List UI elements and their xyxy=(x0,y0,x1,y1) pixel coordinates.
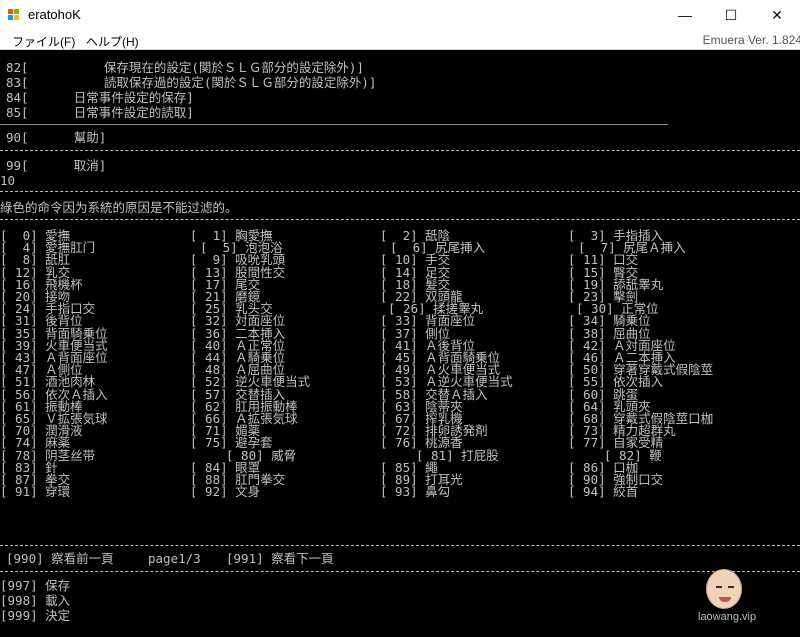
option-load-events[interactable]: 85[ 日常事件設定的読取] xyxy=(6,105,194,120)
menu-help[interactable]: ヘルプ(H) xyxy=(86,33,139,50)
option-load-settings[interactable]: 83[ 読取保存過的設定(関於ＳＬＧ部分的設定除外)] xyxy=(6,75,376,90)
maximize-button[interactable]: ☐ xyxy=(708,0,754,30)
watermark-logo: laowang.vip xyxy=(698,569,778,627)
window-title: eratohoK xyxy=(28,7,81,22)
mascot-face-icon xyxy=(706,569,742,609)
title-bar: eratohoK — ☐ ✕ xyxy=(0,0,800,30)
minimize-button[interactable]: — xyxy=(662,0,708,30)
command-option[interactable]: [ 94] 絞首 xyxy=(568,484,638,499)
console: 82[ 保存現在的設定(関於ＳＬＧ部分的設定除外)] 83[ 読取保存過的設定(… xyxy=(0,51,800,637)
command-row: [ 91] 穿環 [ 92] 文身 [ 93] 鼻勾 [ 94] 絞首 xyxy=(0,484,800,499)
option-save-events[interactable]: 84[ 日常事件設定的保存] xyxy=(6,90,194,105)
option-save-settings[interactable]: 82[ 保存現在的設定(関於ＳＬＧ部分的設定除外)] xyxy=(6,60,364,75)
watermark-text: laowang.vip xyxy=(698,611,757,623)
command-option[interactable]: [ 93] 鼻勾 xyxy=(380,484,450,499)
divider xyxy=(0,150,800,151)
page-indicator: page1/3 xyxy=(148,551,201,566)
menu-file[interactable]: ファイル(F) xyxy=(12,33,75,50)
version-label: Emuera Ver. 1.824 xyxy=(702,33,800,47)
save-button[interactable]: [997] 保存 xyxy=(0,578,70,593)
input-echo: 10 xyxy=(0,173,16,188)
divider xyxy=(0,124,668,125)
decide-button[interactable]: [999] 決定 xyxy=(0,608,70,623)
option-cancel[interactable]: 99[ 取消] xyxy=(6,158,106,173)
command-option[interactable]: [ 91] 穿環 xyxy=(0,484,70,499)
load-button[interactable]: [998] 載入 xyxy=(0,593,70,608)
prev-page-button[interactable]: [990] 察看前一頁 xyxy=(6,551,114,566)
next-page-button[interactable]: [991] 察看下一頁 xyxy=(226,551,334,566)
menu-bar: ファイル(F) ヘルプ(H) Emuera Ver. 1.824 xyxy=(0,30,800,50)
divider xyxy=(0,191,800,192)
divider xyxy=(0,571,800,572)
divider xyxy=(0,219,800,220)
filter-notice: 綠色的命令因为系統的原因是不能过滤的。 xyxy=(0,200,238,215)
close-button[interactable]: ✕ xyxy=(754,0,800,30)
command-option[interactable]: [ 92] 文身 xyxy=(190,484,260,499)
option-help[interactable]: 90[ 幫助] xyxy=(6,130,106,145)
divider xyxy=(0,545,800,546)
app-icon xyxy=(8,9,20,21)
